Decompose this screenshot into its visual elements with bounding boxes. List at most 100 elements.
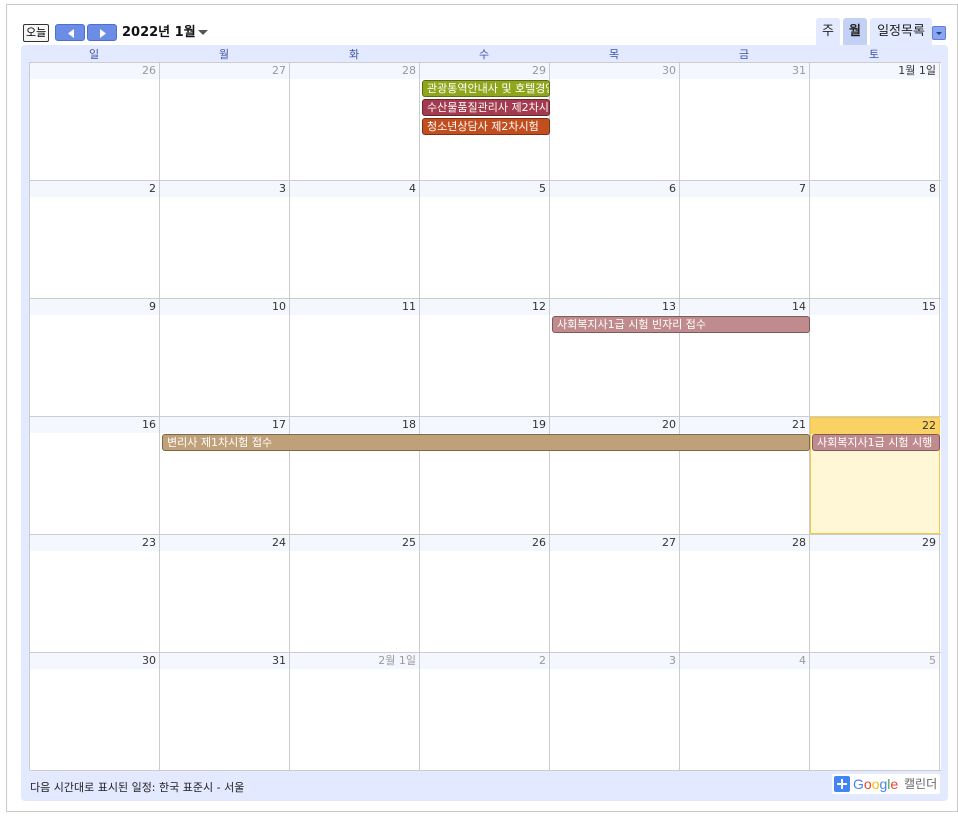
- day-number[interactable]: 24: [160, 535, 289, 551]
- day-cell[interactable]: 28: [290, 63, 420, 180]
- today-button[interactable]: 오늘: [23, 24, 50, 42]
- day-cell[interactable]: 6: [550, 181, 680, 298]
- day-cell[interactable]: 23: [30, 535, 160, 652]
- day-number[interactable]: 7: [680, 181, 809, 197]
- day-cell[interactable]: 5: [810, 653, 940, 770]
- day-number[interactable]: 18: [290, 417, 419, 433]
- day-number[interactable]: 5: [810, 653, 939, 669]
- day-number[interactable]: 29: [420, 63, 549, 79]
- day-number[interactable]: 13: [550, 299, 679, 315]
- day-cell[interactable]: 29: [810, 535, 940, 652]
- day-number[interactable]: 8: [810, 181, 939, 197]
- day-number[interactable]: 16: [30, 417, 159, 433]
- day-number[interactable]: 10: [160, 299, 289, 315]
- day-cell[interactable]: 30: [550, 63, 680, 180]
- day-number[interactable]: 25: [290, 535, 419, 551]
- day-number[interactable]: 21: [680, 417, 809, 433]
- day-number[interactable]: 4: [290, 181, 419, 197]
- day-cell[interactable]: 2: [420, 653, 550, 770]
- current-month-title[interactable]: 2022년 1월: [122, 24, 196, 42]
- day-cell[interactable]: 10: [160, 299, 290, 416]
- day-cell[interactable]: 12: [420, 299, 550, 416]
- day-cell[interactable]: 2월 1일: [290, 653, 420, 770]
- chevron-left-icon: [68, 29, 74, 38]
- view-menu-dropdown-icon[interactable]: [932, 26, 946, 40]
- add-to-google-calendar-button[interactable]: Google 캘린더: [832, 774, 940, 794]
- day-cell[interactable]: 9: [30, 299, 160, 416]
- tab-agenda[interactable]: 일정목록: [870, 18, 932, 46]
- day-number[interactable]: 22: [811, 418, 939, 434]
- next-month-button[interactable]: [87, 24, 117, 41]
- weekday-label: 금: [738, 48, 750, 61]
- day-cell[interactable]: 26: [30, 63, 160, 180]
- weekday-label: 월: [218, 48, 230, 61]
- day-number[interactable]: 14: [680, 299, 809, 315]
- day-cell[interactable]: 30: [30, 653, 160, 770]
- day-cell[interactable]: 16: [30, 417, 160, 534]
- day-number[interactable]: 26: [30, 63, 159, 79]
- day-number[interactable]: 26: [420, 535, 549, 551]
- day-cell[interactable]: 7: [680, 181, 810, 298]
- day-cell[interactable]: 3: [160, 181, 290, 298]
- day-cell[interactable]: 28: [680, 535, 810, 652]
- month-picker-dropdown-icon[interactable]: [198, 30, 208, 35]
- calendar-event[interactable]: 청소년상담사 제2차시험: [422, 118, 550, 135]
- day-cell[interactable]: 27: [550, 535, 680, 652]
- day-number[interactable]: 30: [30, 653, 159, 669]
- day-number[interactable]: 30: [550, 63, 679, 79]
- tab-month[interactable]: 월: [843, 18, 867, 46]
- google-logo: Google: [853, 775, 898, 793]
- calendar-event[interactable]: 사회복지사1급 시험 빈자리 접수: [552, 316, 810, 333]
- day-number[interactable]: 31: [160, 653, 289, 669]
- day-number[interactable]: 11: [290, 299, 419, 315]
- day-cell[interactable]: 8: [810, 181, 940, 298]
- day-cell[interactable]: 24: [160, 535, 290, 652]
- day-number[interactable]: 2월 1일: [290, 653, 419, 669]
- day-number[interactable]: 5: [420, 181, 549, 197]
- day-number[interactable]: 9: [30, 299, 159, 315]
- week-row: 30 31 2월 1일 2 3 4 5: [30, 653, 941, 771]
- day-number[interactable]: 31: [680, 63, 809, 79]
- day-number[interactable]: 27: [160, 63, 289, 79]
- weekday-label: 목: [608, 48, 620, 61]
- day-cell[interactable]: 31: [680, 63, 810, 180]
- calendar-event[interactable]: 수산물품질관리사 제2차시험: [422, 99, 550, 116]
- day-cell[interactable]: 2: [30, 181, 160, 298]
- calendar-event[interactable]: 관광통역안내사 및 호텔경영사: [422, 80, 550, 97]
- day-number[interactable]: 20: [550, 417, 679, 433]
- day-number[interactable]: 3: [160, 181, 289, 197]
- day-cell[interactable]: 26: [420, 535, 550, 652]
- calendar-event[interactable]: 변리사 제1차시험 접수: [162, 434, 810, 451]
- calendar-label: 캘린더: [904, 777, 938, 791]
- day-number[interactable]: 29: [810, 535, 939, 551]
- day-number[interactable]: 28: [680, 535, 809, 551]
- day-cell[interactable]: 31: [160, 653, 290, 770]
- day-number[interactable]: 12: [420, 299, 549, 315]
- day-number[interactable]: 28: [290, 63, 419, 79]
- day-number[interactable]: 2: [30, 181, 159, 197]
- weekday-label: 수: [478, 48, 490, 61]
- day-cell[interactable]: 27: [160, 63, 290, 180]
- prev-month-button[interactable]: [55, 24, 85, 41]
- tab-week[interactable]: 주: [816, 18, 840, 46]
- day-number[interactable]: 19: [420, 417, 549, 433]
- day-cell[interactable]: 5: [420, 181, 550, 298]
- day-cell[interactable]: 1월 1일: [810, 63, 940, 180]
- day-number[interactable]: 4: [680, 653, 809, 669]
- day-cell[interactable]: 25: [290, 535, 420, 652]
- day-number[interactable]: 17: [160, 417, 289, 433]
- plus-icon: [834, 776, 850, 792]
- day-number[interactable]: 1월 1일: [810, 63, 939, 79]
- day-number[interactable]: 6: [550, 181, 679, 197]
- day-cell[interactable]: 4: [290, 181, 420, 298]
- day-cell[interactable]: 4: [680, 653, 810, 770]
- day-cell[interactable]: 15: [810, 299, 940, 416]
- day-number[interactable]: 23: [30, 535, 159, 551]
- day-number[interactable]: 3: [550, 653, 679, 669]
- day-number[interactable]: 27: [550, 535, 679, 551]
- day-number[interactable]: 2: [420, 653, 549, 669]
- day-cell[interactable]: 3: [550, 653, 680, 770]
- day-number[interactable]: 15: [810, 299, 939, 315]
- day-cell[interactable]: 11: [290, 299, 420, 416]
- calendar-event[interactable]: 사회복지사1급 시험 시행: [812, 434, 940, 451]
